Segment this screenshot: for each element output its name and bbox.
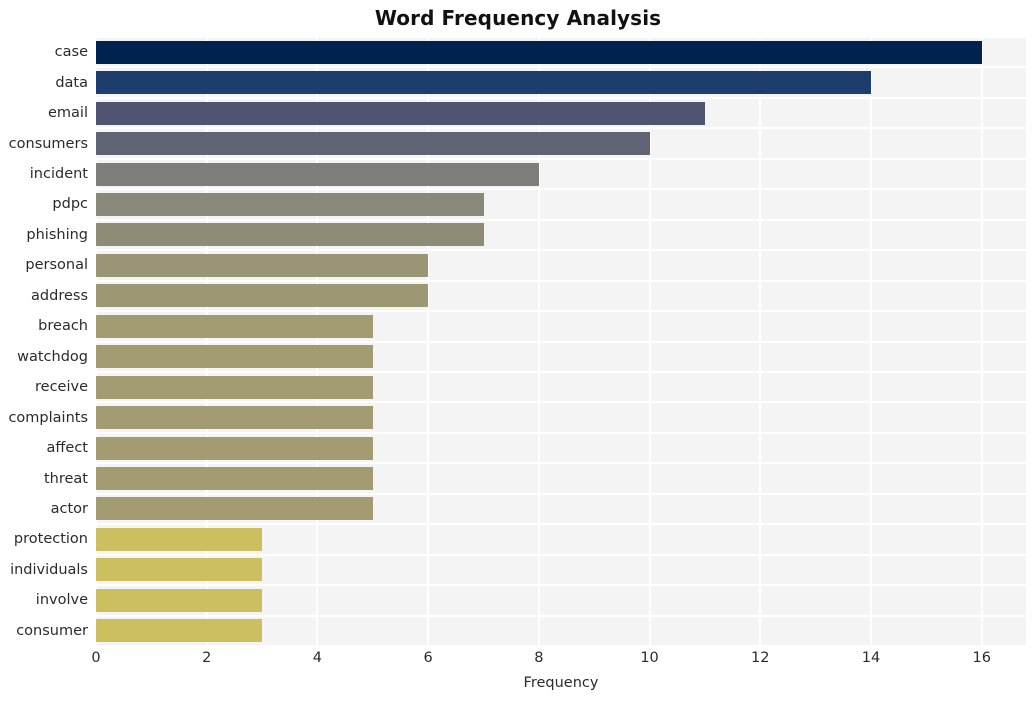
x-axis-tick-label: 16 bbox=[972, 650, 991, 666]
bar[interactable] bbox=[96, 467, 373, 491]
y-axis-tick-label: incident bbox=[29, 166, 88, 183]
bar[interactable] bbox=[96, 436, 373, 460]
bar[interactable] bbox=[96, 71, 871, 95]
y-axis-tick-label: phishing bbox=[26, 226, 88, 243]
y-axis-tick-label: consumer bbox=[16, 622, 88, 639]
y-axis-tick-label: case bbox=[54, 44, 88, 61]
x-axis-tick-label: 10 bbox=[640, 650, 659, 666]
x-axis-tick-label: 6 bbox=[423, 650, 433, 666]
y-axis-tick-label: individuals bbox=[10, 561, 88, 578]
y-axis-tick-label: receive bbox=[35, 379, 88, 396]
y-axis-tick-label: data bbox=[55, 74, 88, 91]
y-axis-tick-label: personal bbox=[25, 257, 88, 274]
bar-series bbox=[96, 37, 1026, 646]
plot-area bbox=[96, 37, 1026, 646]
y-axis-tick-label: affect bbox=[46, 440, 88, 457]
bar[interactable] bbox=[96, 588, 263, 612]
y-axis-tick-label: pdpc bbox=[52, 196, 88, 213]
y-axis-tick-label: protection bbox=[13, 531, 88, 548]
x-axis-tick-label: 0 bbox=[91, 650, 101, 666]
y-axis-tick-label: threat bbox=[43, 470, 88, 487]
x-axis-tick-label: 8 bbox=[534, 650, 544, 666]
y-axis-tick-label: watchdog bbox=[17, 348, 88, 365]
x-axis-title: Frequency bbox=[523, 675, 599, 691]
bar[interactable] bbox=[96, 223, 484, 247]
x-axis-tick-label: 2 bbox=[202, 650, 212, 666]
bar[interactable] bbox=[96, 558, 263, 582]
bar[interactable] bbox=[96, 619, 263, 643]
bar[interactable] bbox=[96, 375, 373, 399]
bar[interactable] bbox=[96, 162, 539, 186]
y-axis-tick-labels: case data email consumers incident pdpc phishi… bbox=[0, 37, 88, 646]
bar[interactable] bbox=[96, 132, 650, 156]
x-axis-tick-label: 12 bbox=[751, 650, 770, 666]
bar[interactable] bbox=[96, 345, 373, 369]
page-title: Word Frequency Analysis bbox=[374, 6, 662, 30]
bar[interactable] bbox=[96, 406, 373, 430]
bar[interactable] bbox=[96, 497, 373, 521]
x-axis-tick-label: 4 bbox=[312, 650, 323, 666]
word-frequency-chart: Word Frequency Analysis case data email con… bbox=[0, 0, 1036, 701]
x-axis-tick-label: 14 bbox=[861, 650, 881, 666]
bar[interactable] bbox=[96, 253, 429, 277]
y-axis-tick-label: complaints bbox=[8, 409, 88, 426]
y-axis-tick-label: consumers bbox=[8, 135, 88, 152]
y-axis-tick-label: breach bbox=[38, 318, 88, 335]
bar[interactable] bbox=[96, 314, 373, 338]
y-axis-tick-label: address bbox=[31, 287, 88, 304]
bar[interactable] bbox=[96, 101, 705, 125]
bar[interactable] bbox=[96, 192, 484, 216]
bar[interactable] bbox=[96, 284, 429, 308]
bar[interactable] bbox=[96, 527, 263, 551]
y-axis-tick-label: actor bbox=[50, 500, 88, 517]
y-axis-tick-label: email bbox=[48, 105, 88, 122]
bar[interactable] bbox=[96, 40, 982, 64]
y-axis-tick-label: involve bbox=[35, 592, 88, 609]
x-axis-tick-labels: 0 2 4 6 8 10 12 14 16 bbox=[91, 650, 1026, 672]
